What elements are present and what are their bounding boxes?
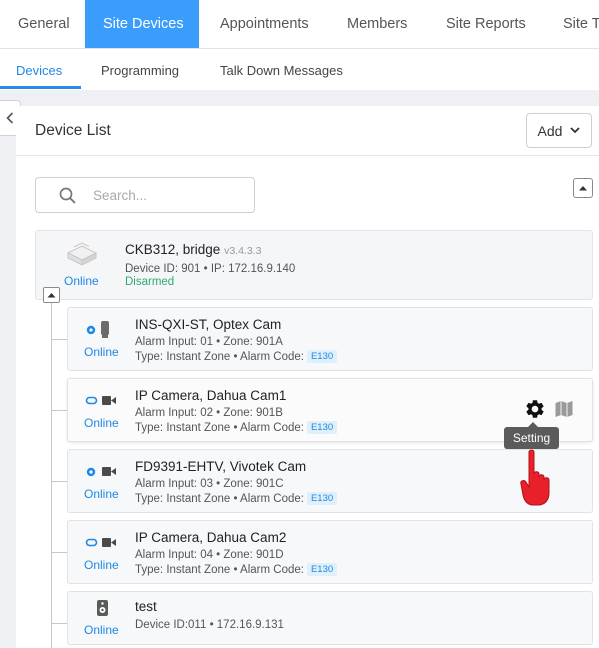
search-box: [35, 177, 255, 213]
device-type: Type: Instant Zone • Alarm Code: E130: [135, 563, 338, 576]
device-type-text: Type: Instant Zone • Alarm Code:: [135, 351, 304, 363]
device-name: IP Camera, Dahua Cam2: [135, 530, 287, 545]
device-detail: Alarm Input: 04 • Zone: 901D: [135, 549, 284, 561]
smart-camera-icon: [86, 467, 116, 477]
device-status: Online: [84, 345, 119, 359]
device-card[interactable]: Online IP Camera, Dahua Cam2 Alarm Input…: [67, 520, 593, 584]
tree-branch: [51, 623, 67, 624]
device-type-text: Type: Instant Zone • Alarm Code:: [135, 422, 304, 434]
tree-branch: [51, 410, 67, 411]
top-tab-bar: General Site Devices Appointments Member…: [0, 0, 599, 49]
search-input[interactable]: [93, 184, 243, 206]
bridge-name-text: CKB312, bridge: [125, 242, 221, 257]
map-icon[interactable]: [554, 399, 574, 419]
tree-branch: [51, 339, 67, 340]
device-detail: Device ID:011 • 172.16.9.131: [135, 619, 284, 631]
scroll-up-button[interactable]: [573, 178, 593, 198]
device-name: IP Camera, Dahua Cam1: [135, 388, 287, 403]
device-name: FD9391-EHTV, Vivotek Cam: [135, 459, 307, 474]
tab-site-reports[interactable]: Site Reports: [428, 0, 544, 48]
device-list-panel: Device List Add Online CKB312, bridge v3…: [16, 106, 599, 648]
bridge-card[interactable]: Online CKB312, bridge v3.4.3.3 Device ID…: [35, 230, 593, 300]
tree-connector: [51, 300, 52, 648]
subtab-talk-down-messages[interactable]: Talk Down Messages: [220, 49, 343, 91]
caret-up-icon: [47, 293, 56, 298]
tab-general[interactable]: General: [0, 0, 88, 48]
sub-tab-bar: Devices Programming Talk Down Messages: [0, 49, 599, 91]
add-button-label: Add: [537, 122, 563, 139]
device-status: Online: [84, 623, 119, 637]
device-status: Online: [84, 416, 119, 430]
tree-branch: [51, 552, 67, 553]
device-detail: Alarm Input: 03 • Zone: 901C: [135, 478, 284, 490]
page-title: Device List: [35, 122, 111, 139]
tab-members[interactable]: Members: [329, 0, 425, 48]
tree-collapse-toggle[interactable]: [43, 287, 60, 303]
alarm-code-badge: E130: [306, 350, 338, 363]
search-icon: [59, 187, 76, 204]
subtab-devices[interactable]: Devices: [16, 49, 62, 91]
device-type: Type: Instant Zone • Alarm Code: E130: [135, 350, 338, 363]
bridge-arm-status: Disarmed: [125, 276, 175, 288]
device-detail: Alarm Input: 01 • Zone: 901A: [135, 336, 283, 348]
card-actions: [524, 398, 574, 420]
bridge-device-icon: [66, 242, 98, 266]
ip-camera-icon: [85, 396, 116, 405]
device-status: Online: [84, 487, 119, 501]
gear-icon[interactable]: [524, 398, 546, 420]
add-button[interactable]: Add: [526, 113, 592, 148]
active-subtab-indicator: [0, 86, 81, 89]
device-type: Type: Instant Zone • Alarm Code: E130: [135, 492, 338, 505]
chevron-down-icon: [570, 127, 581, 134]
speaker-icon: [97, 600, 108, 616]
alarm-code-badge: E130: [306, 563, 338, 576]
alarm-code-badge: E130: [306, 492, 338, 505]
tab-appointments[interactable]: Appointments: [202, 0, 327, 48]
device-card[interactable]: Online test Device ID:011 • 172.16.9.131: [67, 591, 593, 645]
device-status: Online: [84, 558, 119, 572]
device-type-text: Type: Instant Zone • Alarm Code:: [135, 493, 304, 505]
bridge-name: CKB312, bridge v3.4.3.3: [125, 242, 261, 257]
bridge-version: v3.4.3.3: [224, 245, 262, 257]
chevron-left-icon: [6, 112, 14, 124]
bridge-info: Device ID: 901 • IP: 172.16.9.140: [125, 263, 296, 275]
caret-up-icon: [579, 186, 587, 191]
device-name: INS-QXI-ST, Optex Cam: [135, 317, 282, 332]
device-detail: Alarm Input: 02 • Zone: 901B: [135, 407, 283, 419]
tree-branch: [51, 481, 67, 482]
device-card[interactable]: Online INS-QXI-ST, Optex Cam Alarm Input…: [67, 307, 593, 371]
hand-pointer-cursor-icon: [520, 449, 550, 506]
panel-header: Device List Add: [16, 106, 599, 156]
bridge-status: Online: [64, 274, 99, 288]
subtab-programming[interactable]: Programming: [101, 49, 179, 91]
tab-site-devices[interactable]: Site Devices: [85, 0, 199, 48]
device-type-text: Type: Instant Zone • Alarm Code:: [135, 564, 304, 576]
tab-site-to[interactable]: Site To: [545, 0, 599, 48]
alarm-code-badge: E130: [306, 421, 338, 434]
device-card[interactable]: Online FD9391-EHTV, Vivotek Cam Alarm In…: [67, 449, 593, 513]
device-type: Type: Instant Zone • Alarm Code: E130: [135, 421, 338, 434]
ip-camera-icon: [85, 538, 116, 547]
smart-camera-icon: [86, 321, 109, 338]
setting-tooltip: Setting: [504, 422, 559, 449]
device-name: test: [135, 599, 157, 614]
